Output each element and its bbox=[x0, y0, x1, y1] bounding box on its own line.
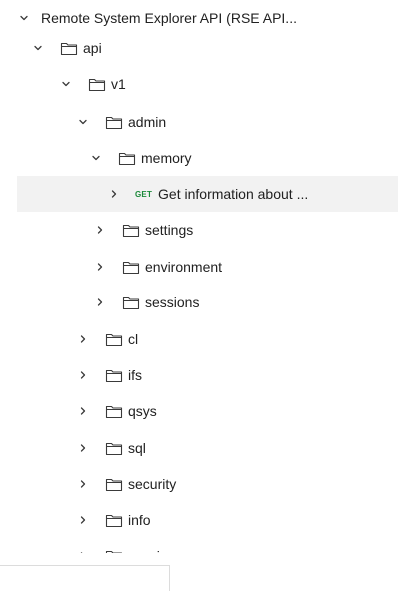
tree-item-label: cl bbox=[128, 331, 139, 347]
tree-item-label: qsys bbox=[128, 403, 157, 419]
tree-item-memory[interactable]: memory bbox=[17, 140, 398, 176]
folder-icon bbox=[105, 440, 123, 456]
chevron-right-icon[interactable] bbox=[76, 332, 90, 346]
tree-item-request[interactable]: GET Get information about ... bbox=[17, 176, 398, 212]
tree-item-label: sql bbox=[128, 440, 146, 456]
folder-icon bbox=[105, 114, 123, 130]
folder-icon bbox=[122, 294, 140, 310]
folder-icon bbox=[105, 512, 123, 528]
folder-icon bbox=[122, 222, 140, 238]
collection-name: Remote System Explorer API (RSE API... bbox=[41, 10, 297, 26]
tree-item-label: info bbox=[128, 512, 151, 528]
folder-icon bbox=[105, 476, 123, 492]
tree-item-label: api bbox=[83, 40, 102, 56]
chevron-down-icon[interactable] bbox=[89, 151, 103, 165]
tree-item-v1[interactable]: v1 bbox=[17, 66, 398, 102]
chevron-right-icon[interactable] bbox=[76, 441, 90, 455]
tree-item-settings[interactable]: settings bbox=[17, 212, 398, 248]
folder-icon bbox=[118, 150, 136, 166]
tree-item-label: sessions bbox=[145, 294, 200, 310]
folder-icon bbox=[60, 40, 78, 56]
chevron-down-icon[interactable] bbox=[17, 11, 31, 25]
chevron-right-icon[interactable] bbox=[93, 223, 107, 237]
folder-icon bbox=[105, 367, 123, 383]
tree-item-label: admin bbox=[128, 114, 167, 130]
tree-item-sessions[interactable]: sessions bbox=[17, 284, 398, 320]
tree-item-label: environment bbox=[145, 259, 223, 275]
tree-item-info[interactable]: info bbox=[17, 502, 398, 538]
bottom-input-area[interactable] bbox=[0, 565, 170, 591]
tree-item-qsys[interactable]: qsys bbox=[17, 393, 398, 429]
chevron-right-icon[interactable] bbox=[107, 187, 121, 201]
tree-item-session[interactable]: session bbox=[17, 538, 398, 553]
folder-icon bbox=[88, 76, 106, 92]
chevron-right-icon[interactable] bbox=[76, 477, 90, 491]
folder-icon bbox=[122, 259, 140, 275]
chevron-right-icon[interactable] bbox=[76, 404, 90, 418]
tree-item-environment[interactable]: environment bbox=[17, 249, 398, 285]
tree-item-security[interactable]: security bbox=[17, 466, 398, 502]
tree-item-admin[interactable]: admin bbox=[17, 104, 398, 140]
method-badge: GET bbox=[135, 189, 153, 199]
tree-item-label: v1 bbox=[111, 76, 126, 92]
collection-tree: Remote System Explorer API (RSE API... a… bbox=[0, 0, 398, 553]
tree-item-cl[interactable]: cl bbox=[17, 321, 398, 357]
tree-item-ifs[interactable]: ifs bbox=[17, 357, 398, 393]
tree-item-label: security bbox=[128, 476, 177, 492]
chevron-right-icon[interactable] bbox=[76, 513, 90, 527]
folder-icon bbox=[105, 403, 123, 419]
chevron-down-icon[interactable] bbox=[76, 115, 90, 129]
tree-item-label: ifs bbox=[128, 367, 142, 383]
tree-item-label: settings bbox=[145, 222, 194, 238]
tree-item-sql[interactable]: sql bbox=[17, 430, 398, 466]
chevron-down-icon[interactable] bbox=[59, 77, 73, 91]
tree-item-api[interactable]: api bbox=[17, 30, 398, 66]
tree-item-label: Get information about ... bbox=[158, 186, 309, 202]
folder-icon bbox=[105, 331, 123, 347]
chevron-right-icon[interactable] bbox=[93, 260, 107, 274]
chevron-down-icon[interactable] bbox=[31, 41, 45, 55]
chevron-right-icon[interactable] bbox=[93, 295, 107, 309]
tree-item-label: memory bbox=[141, 150, 192, 166]
chevron-right-icon[interactable] bbox=[76, 368, 90, 382]
